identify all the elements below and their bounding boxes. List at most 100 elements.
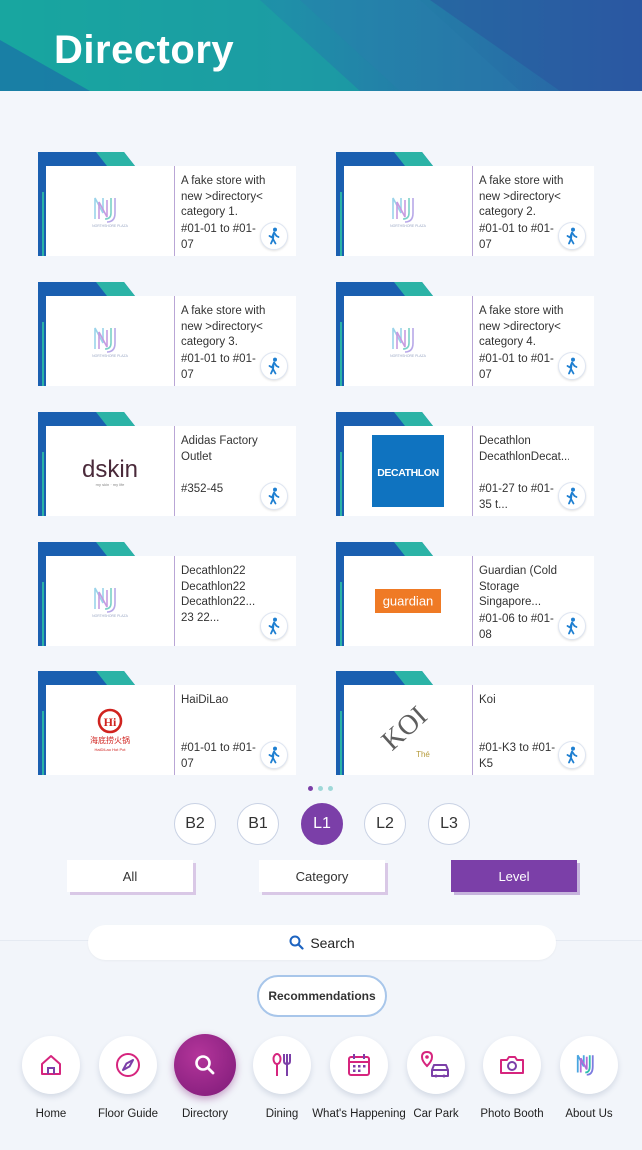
decathlon-logo: DECATHLON <box>372 435 444 507</box>
directions-button[interactable] <box>260 482 288 510</box>
card-separator <box>174 685 175 775</box>
nav-home[interactable]: Home <box>13 1036 89 1126</box>
card-separator <box>174 556 175 646</box>
nav-car-park-button[interactable] <box>407 1036 465 1094</box>
walking-person-icon <box>566 617 578 635</box>
store-card[interactable]: guardian Guardian (Cold Storage Singapor… <box>336 542 594 648</box>
directions-button[interactable] <box>558 741 586 769</box>
nav-home-button[interactable] <box>22 1036 80 1094</box>
nav-floor-guide[interactable]: Floor Guide <box>90 1036 166 1126</box>
level-button-l1[interactable]: L1 <box>301 803 343 845</box>
nav-photo-booth-button[interactable] <box>483 1036 541 1094</box>
store-card[interactable]: NORTHSHORE PLAZA A fake store with new >… <box>38 152 296 258</box>
store-unit: #01-01 to #01-07 <box>479 353 554 381</box>
level-button-l3[interactable]: L3 <box>428 803 470 845</box>
nav-label: What's Happening <box>312 1108 406 1120</box>
svg-text:NORTHSHORE PLAZA: NORTHSHORE PLAZA <box>92 614 128 618</box>
level-button-b1[interactable]: B1 <box>237 803 279 845</box>
store-card[interactable]: NORTHSHORE PLAZA A fake store with new >… <box>336 282 594 388</box>
directory-screen: Directory NORTHSHORE PLAZA A fake store … <box>0 0 642 1150</box>
store-logo: KOI Thé <box>344 685 472 775</box>
directions-button[interactable] <box>260 741 288 769</box>
nav-floor-guide-button[interactable] <box>99 1036 157 1094</box>
pagination-dots <box>308 786 333 791</box>
store-unit: #01-01 to #01-07 <box>181 742 256 770</box>
search-icon <box>195 1055 215 1075</box>
store-logo: NORTHSHORE PLAZA <box>46 296 174 386</box>
nav-whats-happening[interactable]: What's Happening <box>312 1036 406 1126</box>
walking-person-icon <box>268 487 280 505</box>
store-card[interactable]: NORTHSHORE PLAZA A fake store with new >… <box>38 282 296 388</box>
nav-dining[interactable]: Dining <box>244 1036 320 1126</box>
card-separator <box>174 166 175 256</box>
svg-text:guardian: guardian <box>383 594 434 609</box>
nav-dining-button[interactable] <box>253 1036 311 1094</box>
store-name: Decathlon DecathlonDecat... <box>479 435 569 463</box>
store-card[interactable]: Hi 海底捞火锅 HaiDiLao Hot Pot HaiDiLao #01-0… <box>38 671 296 777</box>
svg-text:Thé: Thé <box>416 750 430 759</box>
nav-label: About Us <box>565 1108 613 1120</box>
store-card[interactable]: DECATHLON Decathlon DecathlonDecat... #0… <box>336 412 594 518</box>
nav-directory-button[interactable] <box>174 1034 236 1096</box>
home-icon <box>41 1055 61 1075</box>
svg-text:dskin: dskin <box>82 456 138 483</box>
directions-button[interactable] <box>260 222 288 250</box>
tab-category[interactable]: Category <box>259 860 385 892</box>
svg-text:NORTHSHORE PLAZA: NORTHSHORE PLAZA <box>92 224 128 228</box>
northshore-logo-icon: NORTHSHORE PLAZA <box>92 197 129 228</box>
store-card[interactable]: dskin my skin · my life Adidas Factory O… <box>38 412 296 518</box>
store-logo: dskin my skin · my life <box>46 426 174 516</box>
calendar-icon <box>348 1054 370 1076</box>
search-bar[interactable]: Search <box>88 925 556 960</box>
store-name: HaiDiLao <box>181 694 229 706</box>
directions-button[interactable] <box>558 352 586 380</box>
nav-photo-booth[interactable]: Photo Booth <box>474 1036 550 1126</box>
level-selector: B2 B1 L1 L2 L3 <box>174 803 474 845</box>
tab-all[interactable]: All <box>67 860 193 892</box>
store-unit: #01-01 to #01-07 <box>181 223 256 251</box>
walking-person-icon <box>268 746 280 764</box>
page-title: Directory <box>54 28 235 72</box>
store-name: Guardian (Cold Storage Singapore... <box>479 565 557 608</box>
nav-about-us-button[interactable] <box>560 1036 618 1094</box>
camera-icon <box>500 1056 524 1074</box>
store-logo: Hi 海底捞火锅 HaiDiLao Hot Pot <box>46 685 174 775</box>
recommendations-button[interactable]: Recommendations <box>257 975 387 1017</box>
svg-text:KOI: KOI <box>376 700 434 756</box>
level-button-b2[interactable]: B2 <box>174 803 216 845</box>
store-unit: #01-01 to #01-07 <box>181 353 256 381</box>
store-card[interactable]: KOI Thé Koi #01-K3 to #01-K5 <box>336 671 594 777</box>
northshore-logo-icon: NORTHSHORE PLAZA <box>390 327 427 358</box>
svg-text:NORTHSHORE PLAZA: NORTHSHORE PLAZA <box>92 354 128 358</box>
nav-label: Floor Guide <box>97 1108 159 1120</box>
nav-label: Photo Booth <box>480 1108 544 1120</box>
northshore-logo-icon <box>576 1054 594 1076</box>
svg-text:海底捞火锅: 海底捞火锅 <box>90 735 130 745</box>
directions-button[interactable] <box>260 612 288 640</box>
tab-level[interactable]: Level <box>451 860 577 892</box>
page-dot[interactable] <box>308 786 313 791</box>
page-dot[interactable] <box>328 786 333 791</box>
directions-button[interactable] <box>558 612 586 640</box>
directions-button[interactable] <box>558 482 586 510</box>
directions-button[interactable] <box>260 352 288 380</box>
northshore-logo-icon: NORTHSHORE PLAZA <box>92 327 129 358</box>
walking-person-icon <box>566 357 578 375</box>
store-name: A fake store with new >directory< catego… <box>181 175 266 218</box>
nav-car-park[interactable]: Car Park <box>398 1036 474 1126</box>
card-separator <box>174 296 175 386</box>
dining-icon <box>272 1053 291 1076</box>
nav-whats-happening-button[interactable] <box>330 1036 388 1094</box>
haidilao-logo: Hi 海底捞火锅 HaiDiLao Hot Pot <box>90 708 130 752</box>
store-name: Decathlon22 Decathlon22 Decathlon22... 2… <box>181 565 256 624</box>
store-card[interactable]: NORTHSHORE PLAZA Decathlon22 Decathlon22… <box>38 542 296 648</box>
koi-logo: KOI Thé <box>376 700 434 759</box>
page-dot[interactable] <box>318 786 323 791</box>
directions-button[interactable] <box>558 222 586 250</box>
nav-about-us[interactable]: About Us <box>551 1036 627 1126</box>
store-unit: #01-06 to #01-08 <box>479 613 554 641</box>
store-card[interactable]: NORTHSHORE PLAZA A fake store with new >… <box>336 152 594 258</box>
nav-directory[interactable]: Directory <box>167 1034 243 1126</box>
svg-text:HaiDiLao Hot Pot: HaiDiLao Hot Pot <box>95 747 127 752</box>
level-button-l2[interactable]: L2 <box>364 803 406 845</box>
